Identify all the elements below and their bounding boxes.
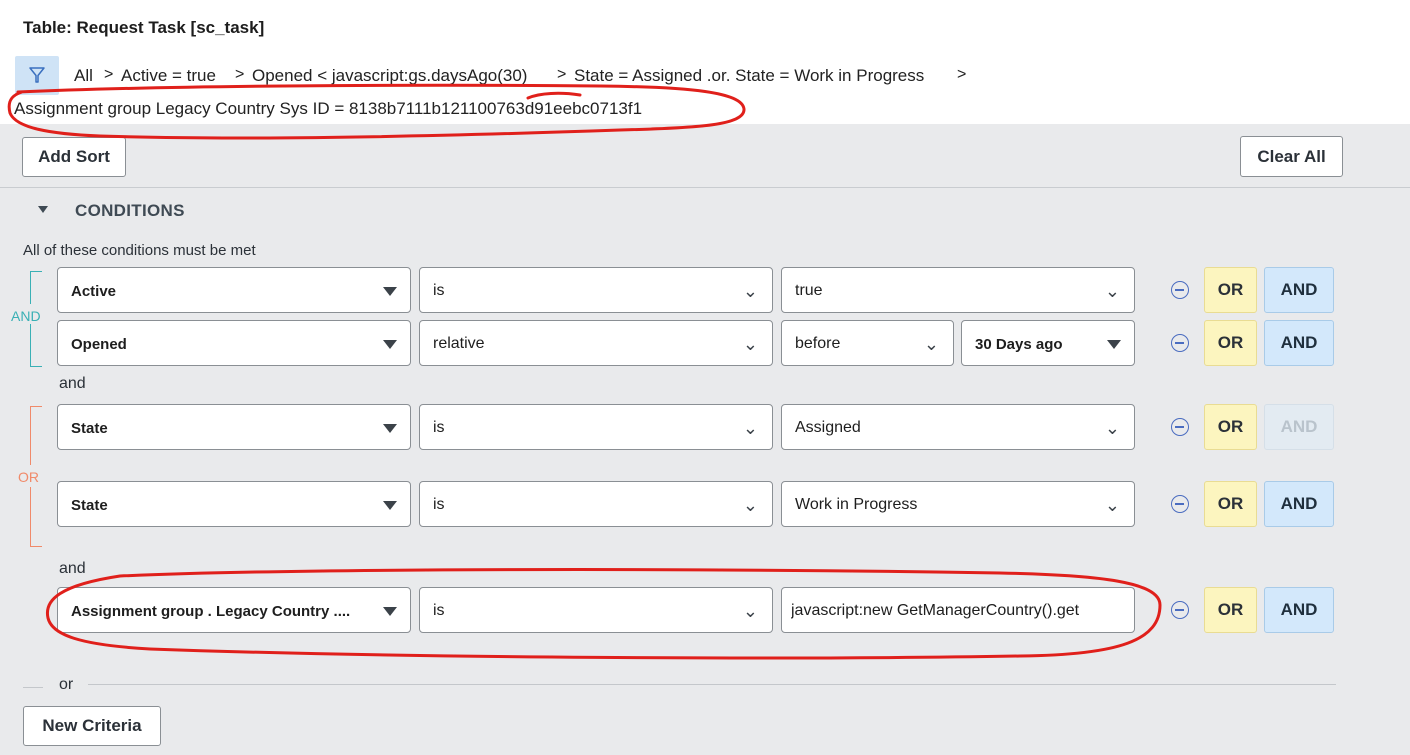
breadcrumb-separator: >	[235, 66, 245, 83]
value-select[interactable]: Work in Progress ⌄	[781, 481, 1135, 527]
value-select-value: Work in Progress	[795, 496, 918, 513]
and-connector-label: and	[59, 375, 86, 392]
divider	[0, 187, 1410, 188]
chevron-down-icon: ⌄	[742, 281, 758, 301]
remove-condition-icon[interactable]	[1171, 281, 1189, 299]
breadcrumb-separator: >	[104, 66, 114, 83]
or-group-label: OR	[18, 469, 39, 485]
relative-direction-value: before	[795, 335, 841, 352]
operator-select[interactable]: relative ⌄	[419, 320, 773, 366]
breadcrumb-separator: >	[557, 66, 567, 83]
clear-all-button[interactable]: Clear All	[1240, 136, 1343, 177]
operator-select-value: is	[433, 282, 445, 299]
field-select-value: Active	[71, 283, 117, 300]
value-select-value: true	[795, 282, 823, 299]
chevron-down-icon: ⌄	[742, 495, 758, 515]
operator-select-value: is	[433, 419, 445, 436]
and-group-label: AND	[11, 308, 41, 324]
add-sort-button[interactable]: Add Sort	[22, 137, 126, 177]
or-separator-line	[88, 684, 1336, 685]
operator-select[interactable]: is ⌄	[419, 587, 773, 633]
dropdown-triangle-icon	[383, 340, 397, 349]
or-button[interactable]: OR	[1204, 481, 1257, 527]
field-select[interactable]: State	[57, 404, 411, 450]
chevron-down-icon: ⌄	[742, 418, 758, 438]
remove-condition-icon[interactable]	[1171, 418, 1189, 436]
breadcrumb-state[interactable]: State = Assigned .or. State = Work in Pr…	[574, 66, 924, 86]
remove-condition-icon[interactable]	[1171, 601, 1189, 619]
chevron-down-icon: ⌄	[1104, 281, 1120, 301]
field-select-value: Assignment group . Legacy Country ....	[71, 603, 351, 620]
value-input-text: javascript:new GetManagerCountry().get	[791, 602, 1080, 619]
dropdown-triangle-icon	[383, 501, 397, 510]
operator-select-value: is	[433, 496, 445, 513]
and-button-disabled: AND	[1264, 404, 1334, 450]
remove-condition-icon[interactable]	[1171, 334, 1189, 352]
breadcrumb-opened[interactable]: Opened < javascript:gs.daysAgo(30)	[252, 66, 527, 86]
or-button[interactable]: OR	[1204, 267, 1257, 313]
breadcrumb-separator: >	[957, 66, 967, 83]
red-underline-annotation	[526, 91, 582, 100]
operator-select[interactable]: is ⌄	[419, 481, 773, 527]
conditions-hint: All of these conditions must be met	[23, 242, 256, 259]
field-select[interactable]: Assignment group . Legacy Country ....	[57, 587, 411, 633]
filter-toggle-button[interactable]	[15, 56, 59, 95]
operator-select-value: is	[433, 602, 445, 619]
field-select-value: State	[71, 497, 108, 514]
conditions-heading[interactable]: CONDITIONS	[75, 201, 185, 221]
field-select[interactable]: Active	[57, 267, 411, 313]
value-input[interactable]: javascript:new GetManagerCountry().get	[781, 587, 1135, 633]
and-button[interactable]: AND	[1264, 587, 1334, 633]
operator-select[interactable]: is ⌄	[419, 267, 773, 313]
breadcrumb-assignment-group[interactable]: Assignment group Legacy Country Sys ID =…	[14, 99, 642, 119]
dropdown-triangle-icon	[1107, 340, 1121, 349]
operator-select[interactable]: is ⌄	[419, 404, 773, 450]
value-select[interactable]: Assigned ⌄	[781, 404, 1135, 450]
chevron-down-icon: ⌄	[1104, 418, 1120, 438]
dropdown-triangle-icon	[383, 287, 397, 296]
chevron-down-icon: ⌄	[742, 334, 758, 354]
field-select[interactable]: State	[57, 481, 411, 527]
breadcrumb-active[interactable]: Active = true	[121, 66, 216, 86]
chevron-down-icon: ⌄	[742, 601, 758, 621]
and-button[interactable]: AND	[1264, 320, 1334, 366]
field-select-value: State	[71, 420, 108, 437]
collapse-caret-icon[interactable]	[38, 206, 48, 213]
funnel-icon	[29, 67, 45, 83]
chevron-down-icon: ⌄	[923, 334, 939, 354]
or-button[interactable]: OR	[1204, 587, 1257, 633]
page-title: Table: Request Task [sc_task]	[23, 18, 265, 37]
and-connector-label: and	[59, 560, 86, 577]
dropdown-triangle-icon	[383, 424, 397, 433]
relative-amount-select[interactable]: 30 Days ago	[961, 320, 1135, 366]
or-connector-label: or	[59, 676, 74, 693]
relative-direction-select[interactable]: before ⌄	[781, 320, 954, 366]
new-criteria-button[interactable]: New Criteria	[23, 706, 161, 746]
value-select-value: Assigned	[795, 419, 861, 436]
breadcrumb-all[interactable]: All	[74, 66, 93, 86]
value-select[interactable]: true ⌄	[781, 267, 1135, 313]
field-select[interactable]: Opened	[57, 320, 411, 366]
chevron-down-icon: ⌄	[1104, 495, 1120, 515]
and-button[interactable]: AND	[1264, 481, 1334, 527]
or-button[interactable]: OR	[1204, 320, 1257, 366]
and-button[interactable]: AND	[1264, 267, 1334, 313]
or-separator-line	[23, 687, 43, 688]
or-button[interactable]: OR	[1204, 404, 1257, 450]
relative-amount-value: 30 Days ago	[975, 336, 1063, 353]
field-select-value: Opened	[71, 336, 127, 353]
remove-condition-icon[interactable]	[1171, 495, 1189, 513]
operator-select-value: relative	[433, 335, 485, 352]
dropdown-triangle-icon	[383, 607, 397, 616]
